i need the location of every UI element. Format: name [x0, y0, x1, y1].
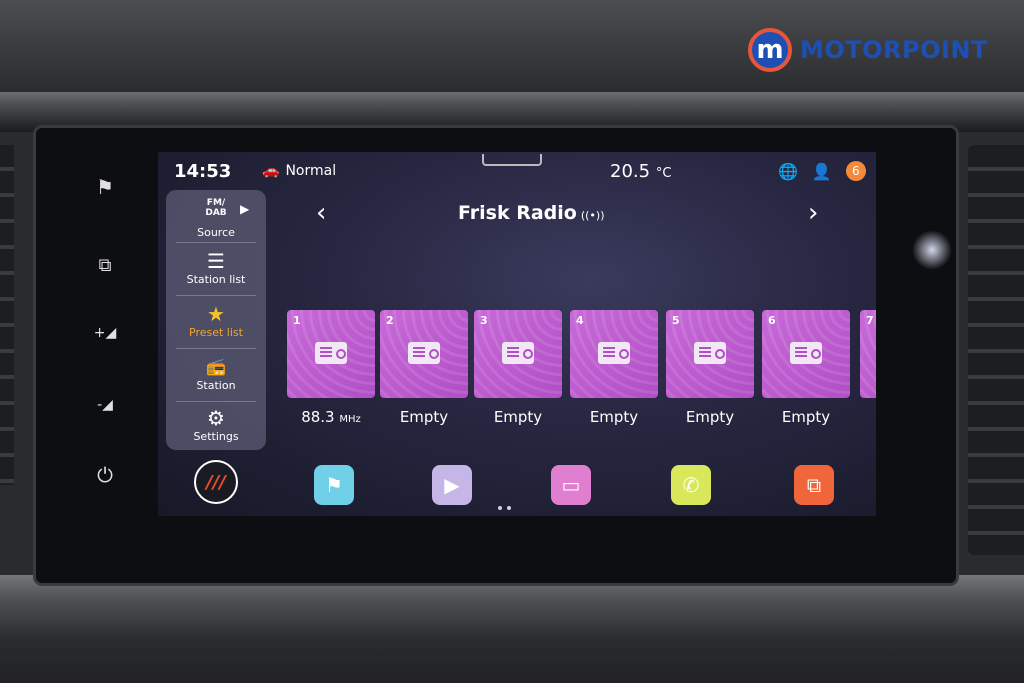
globe-icon[interactable]: 🌐 [778, 162, 798, 181]
preset-6[interactable]: 6 Empty [762, 310, 850, 426]
temperature-unit: °C [655, 166, 672, 181]
preset-7[interactable]: 7 [860, 310, 876, 398]
logo-text: MOTORPOINT [800, 36, 988, 64]
preset-number: 6 [768, 314, 776, 327]
volume-down-icon[interactable]: -◢ [92, 392, 118, 418]
preset-list: 1 88.3 MHz 2 Empty 3 Empty 4 Empty 5 Emp… [286, 310, 876, 440]
preset-5[interactable]: 5 Empty [666, 310, 754, 426]
connect-app-icon[interactable]: ⧉ [794, 465, 834, 505]
preset-number: 2 [386, 314, 394, 327]
preset-1[interactable]: 1 88.3 MHz [287, 310, 375, 426]
menu-source-label: Source [197, 226, 235, 239]
radio-icon [315, 342, 347, 364]
preset-label: Empty [685, 408, 735, 426]
preset-tile: 2 [380, 310, 468, 398]
preset-label: Empty [399, 408, 449, 426]
preset-tile: 4 [570, 310, 658, 398]
light-reflection [912, 230, 952, 270]
previous-station-button[interactable]: ‹ [316, 198, 326, 228]
preset-label: Empty [589, 408, 639, 426]
motorpoint-logo: m MOTORPOINT [748, 28, 988, 72]
screen-mirror-icon[interactable]: ⧉ [92, 252, 118, 278]
drive-mode-label: Normal [285, 163, 337, 179]
media-app-icon[interactable]: ▶ [432, 465, 472, 505]
preset-tile: 6 [762, 310, 850, 398]
radio-icon [598, 342, 630, 364]
next-station-button[interactable]: › [808, 198, 818, 228]
star-icon: ★ [207, 302, 225, 326]
preset-tile: 1 [287, 310, 375, 398]
status-bar: 14:53 🚗 Normal 20.5 °C 🌐 👤 6 [158, 152, 876, 192]
temperature-value: 20.5 [610, 161, 651, 182]
menu-station-list[interactable]: ☰ Station list [166, 243, 266, 295]
menu-preset-list-label: Preset list [189, 326, 243, 339]
preset-label: 88.3 MHz [287, 408, 375, 426]
radio-icon: 📻 [206, 357, 226, 376]
drive-mode[interactable]: 🚗 Normal [262, 163, 336, 179]
preset-4[interactable]: 4 Empty [570, 310, 658, 426]
preset-frequency-unit: MHz [339, 414, 361, 425]
play-arrow-icon: ▶ [240, 202, 250, 216]
page-dot [507, 506, 511, 510]
radio-icon [502, 342, 534, 364]
air-vent-left [0, 145, 14, 485]
pull-down-handle[interactable] [482, 154, 542, 166]
menu-station-list-label: Station list [186, 273, 246, 286]
fm-dab-icon: FM/ DAB [205, 198, 227, 218]
notification-badge[interactable]: 6 [845, 161, 866, 181]
dashboard-bottom [0, 575, 1024, 683]
radio-app-icon[interactable]: ▭ [551, 465, 591, 505]
radio-icon [694, 342, 726, 364]
clock: 14:53 [174, 161, 232, 182]
profile-icon[interactable]: 👤 [812, 162, 832, 181]
status-icons: 🌐 👤 6 [778, 161, 866, 181]
home-button[interactable]: /// [194, 460, 238, 504]
menu-station[interactable]: 📻 Station [166, 349, 266, 401]
signal-icon: ((•)) [580, 209, 605, 222]
app-dock: /// ⚑ ▶ ▭ ✆ ⧉ [158, 457, 876, 516]
preset-tile: 5 [666, 310, 754, 398]
power-icon[interactable]: ⏻ [92, 462, 118, 488]
menu-source[interactable]: FM/ DAB Source ▶ [166, 190, 266, 242]
car-icon: 🚗 [262, 163, 280, 179]
menu-station-label: Station [196, 379, 236, 392]
navigation-app-icon[interactable]: ⚑ [314, 465, 354, 505]
flag-icon[interactable]: ⚑ [92, 174, 118, 200]
list-icon: ☰ [207, 249, 225, 273]
preset-frequency: 88.3 [301, 408, 335, 426]
preset-number: 4 [576, 314, 584, 327]
logo-mark: m [748, 28, 792, 72]
menu-settings-label: Settings [193, 430, 239, 443]
preset-number: 5 [672, 314, 680, 327]
preset-number: 7 [866, 314, 874, 327]
air-vent-right [968, 145, 1024, 555]
preset-number: 3 [480, 314, 488, 327]
preset-tile: 7 [860, 310, 876, 398]
preset-tile: 3 [474, 310, 562, 398]
preset-3[interactable]: 3 Empty [474, 310, 562, 426]
infotainment-screen: 14:53 🚗 Normal 20.5 °C 🌐 👤 6 FM/ DAB Sou… [158, 152, 876, 516]
gear-icon: ⚙ [207, 406, 225, 430]
page-dot [498, 506, 502, 510]
temperature: 20.5 °C [610, 161, 671, 182]
phone-app-icon[interactable]: ✆ [671, 465, 711, 505]
dashboard-rim [0, 92, 1024, 132]
radio-icon [408, 342, 440, 364]
preset-2[interactable]: 2 Empty [380, 310, 468, 426]
preset-label: Empty [493, 408, 543, 426]
volume-up-icon[interactable]: +◢ [92, 320, 118, 346]
page-indicator[interactable] [498, 506, 511, 510]
preset-label: Empty [781, 408, 831, 426]
side-menu: FM/ DAB Source ▶ ☰ Station list ★ Preset… [166, 190, 266, 450]
station-name: Frisk Radio [458, 202, 577, 224]
station-title: Frisk Radio ((•)) [458, 202, 604, 224]
preset-number: 1 [293, 314, 301, 327]
radio-icon [790, 342, 822, 364]
menu-preset-list[interactable]: ★ Preset list [166, 296, 266, 348]
menu-settings[interactable]: ⚙ Settings [166, 400, 266, 452]
